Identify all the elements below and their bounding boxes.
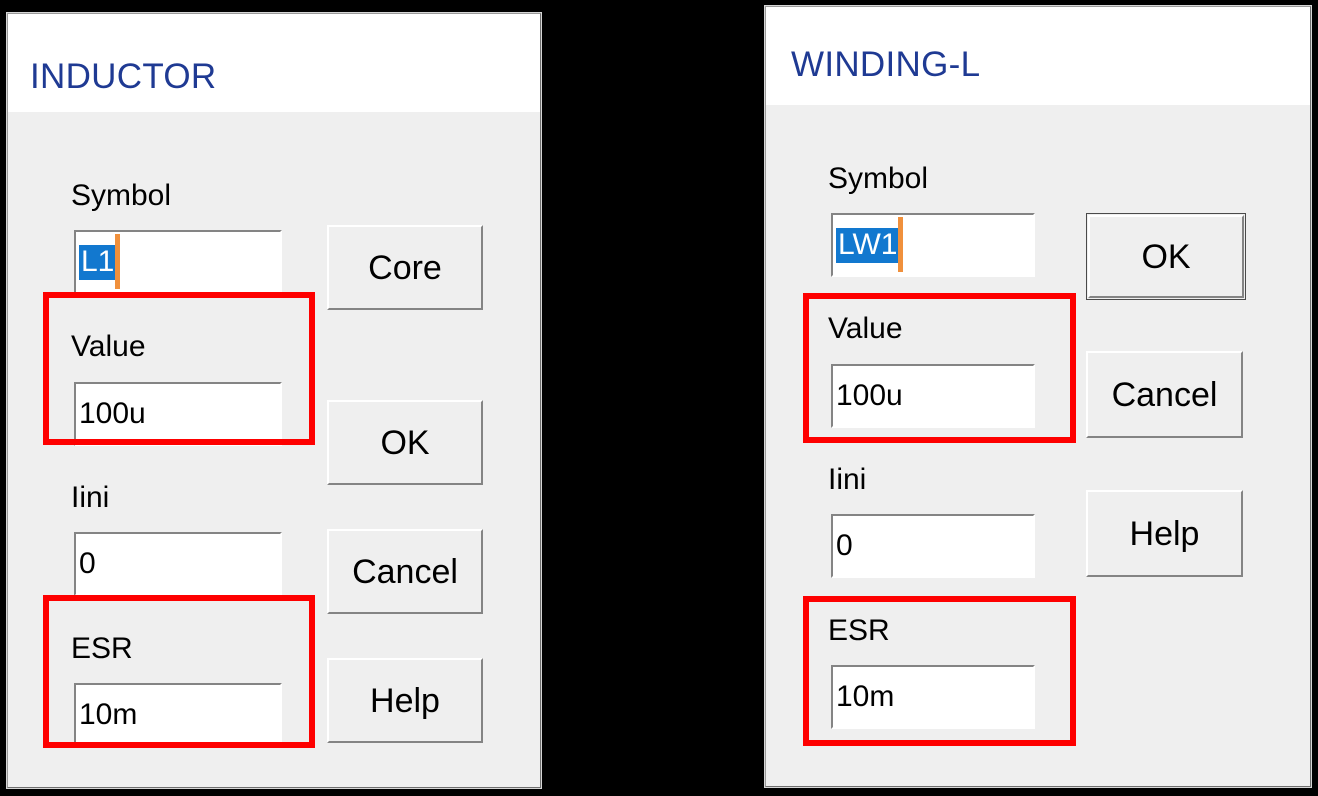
text-caret [898, 217, 904, 272]
ok-button[interactable]: OK [1086, 213, 1246, 300]
cancel-button-label: Cancel [1111, 375, 1218, 414]
winding-l-dialog: WINDING-L Symbol LW1 Value 100u Iini 0 E… [765, 6, 1311, 787]
winding-l-esr-label: ESR [828, 614, 890, 647]
winding-l-iini-input-inner[interactable]: 0 [833, 516, 1033, 576]
winding-l-dialog-body: WINDING-L Symbol LW1 Value 100u Iini 0 E… [766, 7, 1310, 786]
inductor-iini-value: 0 [79, 547, 96, 580]
inductor-iini-label: Iini [71, 481, 110, 514]
ok-button[interactable]: OK [327, 400, 483, 485]
inductor-title: INDUCTOR [30, 57, 217, 96]
core-button[interactable]: Core [327, 225, 483, 310]
winding-l-symbol-label: Symbol [828, 162, 929, 195]
inductor-value-input[interactable]: 100u [74, 382, 282, 446]
winding-l-symbol-value: LW1 [836, 227, 899, 263]
ok-button-label: OK [1141, 237, 1191, 276]
inductor-symbol-input[interactable]: L1 [74, 230, 282, 294]
inductor-esr-value: 10m [79, 698, 138, 731]
winding-l-iini-input[interactable]: 0 [831, 514, 1035, 578]
inductor-symbol-value: L1 [79, 244, 116, 280]
winding-l-symbol-input-inner[interactable]: LW1 [833, 215, 1033, 275]
inductor-dialog-body: INDUCTOR Symbol L1 Value 100u Iini 0 ESR [8, 14, 540, 787]
inductor-value-input-inner[interactable]: 100u [76, 384, 280, 444]
inductor-dialog: INDUCTOR Symbol L1 Value 100u Iini 0 ESR [7, 13, 541, 788]
inductor-iini-input-inner[interactable]: 0 [76, 534, 280, 594]
winding-l-esr-input[interactable]: 10m [831, 665, 1035, 729]
cancel-button[interactable]: Cancel [1086, 351, 1243, 438]
cancel-button[interactable]: Cancel [327, 529, 483, 614]
inductor-value-label: Value [71, 330, 146, 363]
inductor-esr-label: ESR [71, 632, 133, 665]
inductor-symbol-label: Symbol [71, 179, 172, 212]
winding-l-value-input[interactable]: 100u [831, 364, 1035, 428]
winding-l-value-value: 100u [836, 379, 903, 412]
ok-button-face: OK [1088, 215, 1244, 298]
winding-l-title: WINDING-L [791, 45, 981, 84]
inductor-esr-input-inner[interactable]: 10m [76, 685, 280, 745]
inductor-symbol-input-inner[interactable]: L1 [76, 232, 280, 292]
winding-l-titlebar: WINDING-L [766, 7, 1310, 105]
cancel-button-label: Cancel [352, 552, 458, 591]
help-button[interactable]: Help [1086, 490, 1243, 577]
inductor-iini-input[interactable]: 0 [74, 532, 282, 596]
winding-l-iini-value: 0 [836, 529, 853, 562]
help-button[interactable]: Help [327, 658, 483, 743]
help-button-label: Help [1129, 514, 1200, 553]
ok-button-label: OK [380, 423, 430, 462]
inductor-titlebar: INDUCTOR [8, 14, 540, 112]
winding-l-esr-value: 10m [836, 680, 895, 713]
winding-l-symbol-input[interactable]: LW1 [831, 213, 1035, 277]
help-button-label: Help [370, 681, 440, 720]
winding-l-value-input-inner[interactable]: 100u [833, 366, 1033, 426]
inductor-esr-input[interactable]: 10m [74, 683, 282, 747]
core-button-label: Core [368, 248, 442, 287]
inductor-value-value: 100u [79, 397, 146, 430]
winding-l-esr-input-inner[interactable]: 10m [833, 667, 1033, 727]
winding-l-value-label: Value [828, 312, 903, 345]
text-caret [115, 234, 121, 289]
winding-l-iini-label: Iini [828, 463, 867, 496]
